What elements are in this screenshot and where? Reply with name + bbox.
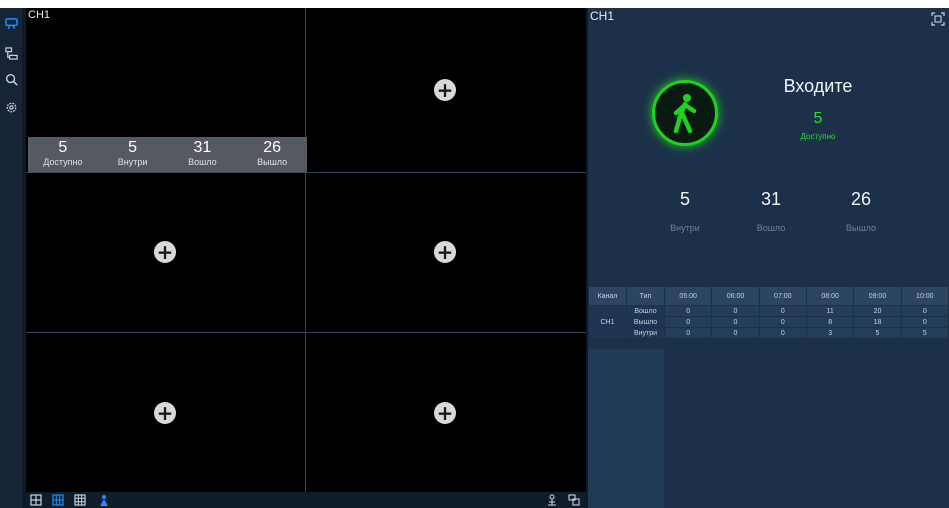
type-cell: Вышло: [626, 316, 665, 328]
overlay-value: 5: [58, 139, 68, 156]
stat-entered: 31 Вошло: [726, 188, 816, 233]
column-header: Канал: [588, 286, 627, 306]
overlay-exited: 26 Вышло: [237, 137, 307, 172]
panel-channel-title: CH1: [590, 9, 615, 23]
column-header: 06:00: [711, 286, 760, 306]
people-icon[interactable]: [98, 494, 110, 506]
table-cell: 5: [900, 327, 949, 339]
table-row: CH1 Вошло 0 0 0 11 20 0: [588, 305, 949, 339]
table-cell: 0: [711, 327, 760, 339]
grid-divider: [26, 172, 586, 173]
channel-title: CH1: [28, 9, 51, 21]
add-camera-button[interactable]: +: [154, 241, 176, 263]
fullscreen-icon[interactable]: [931, 12, 945, 26]
stat-value: 26: [850, 189, 872, 209]
people-count-panel: CH1 Входите 5 Доступно 5 Внутри 31 Вошло…: [588, 8, 949, 508]
multi-screen-icon[interactable]: [568, 494, 580, 506]
table-cell: 18: [853, 316, 902, 328]
enter-title: Входите: [783, 76, 853, 96]
add-camera-button[interactable]: +: [434, 402, 456, 424]
stat-value: 5: [679, 189, 690, 209]
layout-4-icon[interactable]: [30, 494, 42, 506]
table-cell: 5: [853, 327, 902, 339]
add-camera-button[interactable]: +: [154, 402, 176, 424]
available-value: 5: [813, 110, 823, 127]
table-cell: 0: [711, 305, 760, 317]
layout-9-icon[interactable]: [52, 494, 64, 506]
table-cell: 0: [663, 305, 713, 317]
table-empty-area: [664, 349, 949, 508]
table-cell: 8: [805, 316, 855, 328]
overlay-label: Вышло: [257, 157, 288, 167]
stat-value: 31: [760, 189, 782, 209]
video-cell-6[interactable]: +: [306, 333, 586, 492]
stat-label: Вышло: [845, 223, 877, 233]
overlay-entered: 31 Вошло: [168, 137, 238, 172]
table-cell: 11: [805, 305, 855, 317]
video-cell-2[interactable]: +: [306, 8, 586, 172]
column-header: 08:00: [805, 286, 855, 306]
settings-icon[interactable]: [0, 96, 22, 118]
channel-cell: CH1: [588, 305, 627, 339]
people-count-overlay: 5 Доступно 5 Внутри 31 Вошло 26 Вышло: [28, 137, 307, 172]
grid-divider: [26, 332, 586, 333]
layout-16-icon[interactable]: [74, 494, 86, 506]
search-icon[interactable]: [0, 68, 22, 90]
column-header: 10:00: [900, 286, 949, 306]
bottom-toolbar: [26, 492, 586, 508]
table-cell: 0: [900, 305, 949, 317]
overlay-label: Доступно: [43, 157, 83, 167]
walking-person-icon: [652, 80, 718, 146]
device-tree-icon[interactable]: [0, 42, 22, 64]
table-header: Канал Тип 05:00 06:00 07:00 08:00 09:00 …: [588, 286, 949, 306]
table-cell: 0: [663, 327, 713, 339]
column-header: 05:00: [663, 286, 713, 306]
video-cell-5[interactable]: +: [26, 333, 305, 492]
table-cell: 20: [853, 305, 902, 317]
person-icon[interactable]: [546, 494, 558, 506]
overlay-value: 31: [193, 139, 212, 156]
overlay-available: 5 Доступно: [28, 137, 98, 172]
table-cell: 3: [805, 327, 855, 339]
table-cell: 0: [758, 316, 807, 328]
table-cell: 0: [758, 305, 807, 317]
type-cell: Внутри: [626, 327, 665, 339]
grid-divider: [305, 8, 306, 492]
overlay-value: 5: [128, 139, 138, 156]
add-camera-button[interactable]: +: [434, 79, 456, 101]
video-cell-3[interactable]: +: [26, 173, 305, 332]
available-label: Доступно: [800, 132, 836, 141]
count-table: Канал Тип 05:00 06:00 07:00 08:00 09:00 …: [588, 286, 949, 339]
overlay-inside: 5 Внутри: [98, 137, 168, 172]
table-empty-area: [588, 349, 664, 508]
sidebar: [0, 8, 22, 508]
column-header: Тип: [626, 286, 665, 306]
column-header: 09:00: [853, 286, 902, 306]
table-cell: 0: [758, 327, 807, 339]
table-cell: 0: [663, 316, 713, 328]
type-cell: Вошло: [626, 305, 665, 317]
add-camera-button[interactable]: +: [434, 241, 456, 263]
stat-label: Внутри: [670, 223, 700, 233]
table-row: Внутри 0 0 0 3 5 5: [589, 327, 949, 339]
video-grid: CH1 + + + + + 5 Доступно 5 Внутри 31 Вош…: [26, 8, 586, 492]
table-cell: 0: [900, 316, 949, 328]
table-cell: 0: [711, 316, 760, 328]
app-window: CH1 + + + + + 5 Доступно 5 Внутри 31 Вош…: [0, 8, 949, 508]
table-row: Вышло 0 0 0 8 18 0: [589, 316, 949, 328]
overlay-label: Внутри: [117, 157, 148, 167]
overlay-label: Вошло: [188, 157, 217, 167]
overlay-value: 26: [263, 139, 282, 156]
people-count-icon[interactable]: [0, 12, 22, 34]
stat-exited: 26 Вышло: [816, 188, 906, 233]
stat-label: Вошло: [756, 223, 786, 233]
stat-inside: 5 Внутри: [640, 188, 730, 233]
column-header: 07:00: [758, 286, 807, 306]
video-cell-4[interactable]: +: [306, 173, 586, 332]
